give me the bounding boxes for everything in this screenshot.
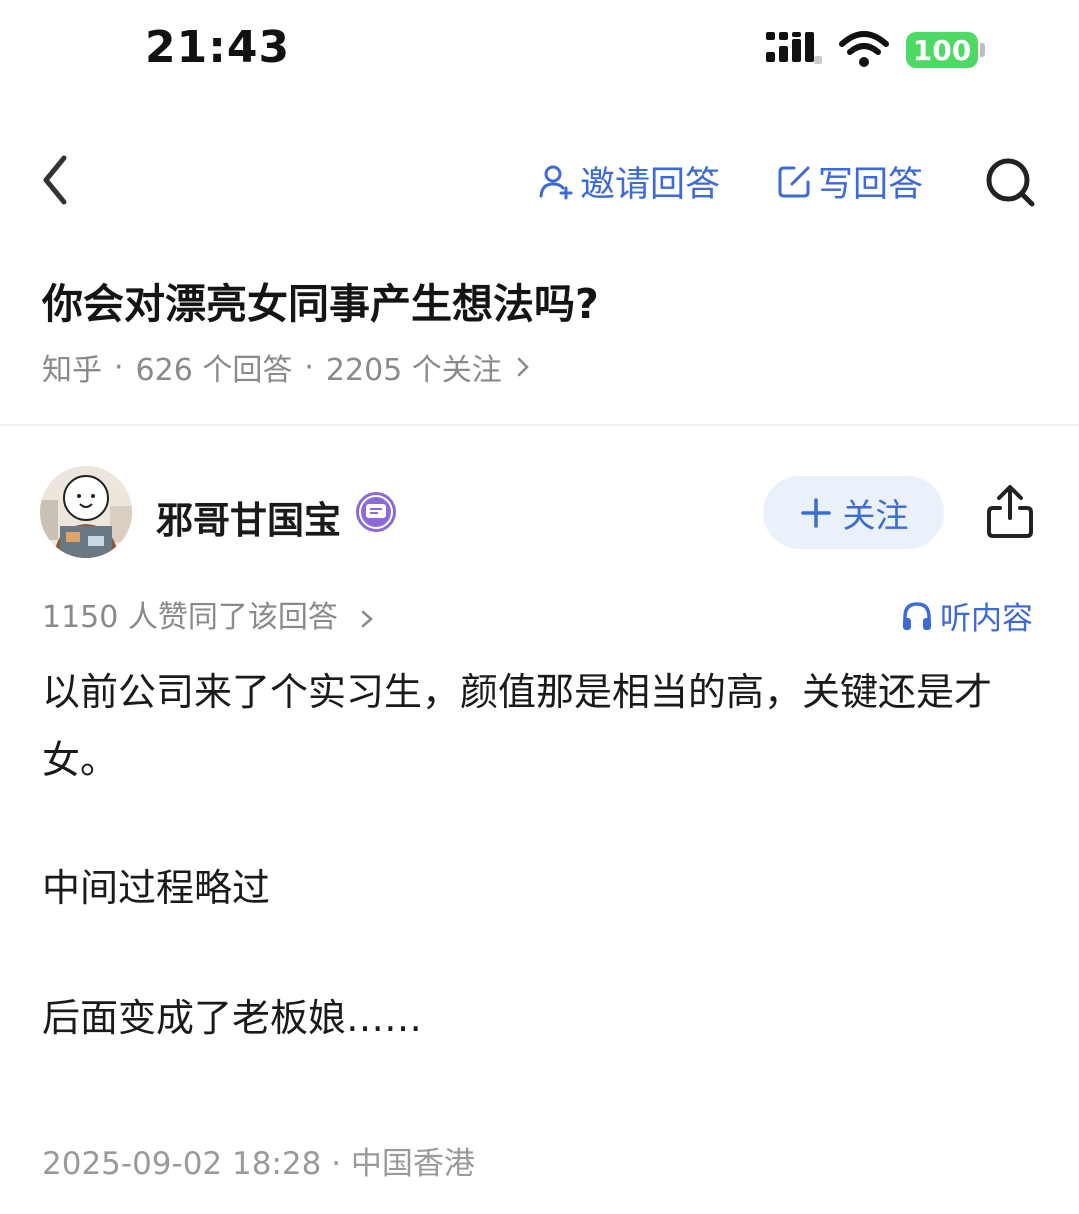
follower-count: 2205 个关注 bbox=[325, 353, 502, 388]
answer-paragraph: 中间过程略过 bbox=[42, 866, 271, 910]
listen-label: 听内容 bbox=[940, 601, 1033, 637]
answer-timestamp-location: 2025-09-02 18:28 · 中国香港 bbox=[42, 1146, 475, 1182]
invite-answer-label: 邀请回答 bbox=[580, 164, 721, 205]
plus-icon bbox=[800, 497, 831, 528]
meta-separator: · bbox=[304, 349, 314, 385]
chevron-right-icon bbox=[362, 610, 374, 627]
likes-text: 1150 人赞同了该回答 bbox=[42, 600, 338, 635]
answer-count: 626 个回答 bbox=[135, 353, 293, 388]
question-meta[interactable]: 知乎 · 626 个回答 · 2205 个关注 bbox=[42, 345, 536, 389]
edit-icon bbox=[778, 166, 810, 198]
question-title[interactable]: 你会对漂亮女同事产生想法吗? bbox=[42, 270, 599, 330]
battery-nub bbox=[980, 43, 985, 57]
listen-content-button[interactable]: 听内容 bbox=[900, 593, 1033, 638]
avatar[interactable] bbox=[40, 466, 132, 558]
share-icon[interactable] bbox=[984, 482, 1036, 540]
answer-paragraph: 后面变成了老板娘…… bbox=[42, 996, 423, 1040]
cellular-signal-icon bbox=[766, 32, 822, 64]
chevron-right-icon bbox=[517, 357, 529, 377]
likes-summary[interactable]: 1150 人赞同了该回答 bbox=[42, 592, 379, 636]
author-name[interactable]: 邪哥甘国宝 bbox=[156, 490, 341, 544]
headphones-icon bbox=[903, 601, 931, 630]
answer-paragraph: 以前公司来了个实习生，颜值那是相当的高，关键还是才女。 bbox=[42, 670, 993, 782]
search-icon[interactable] bbox=[982, 154, 1038, 210]
invite-answer-button[interactable]: 邀请回答 bbox=[538, 158, 721, 205]
write-answer-button[interactable]: 写回答 bbox=[776, 158, 924, 205]
follow-button[interactable]: 关注 bbox=[763, 476, 944, 549]
invite-user-icon bbox=[539, 165, 573, 200]
follow-label: 关注 bbox=[842, 495, 909, 535]
chevron-left-icon[interactable] bbox=[36, 150, 76, 210]
meta-separator: · bbox=[114, 349, 124, 385]
battery-icon: 100 bbox=[906, 32, 978, 68]
section-divider bbox=[0, 424, 1079, 426]
wifi-icon bbox=[839, 31, 889, 67]
write-answer-label: 写回答 bbox=[818, 164, 924, 205]
status-time: 21:43 bbox=[145, 22, 291, 73]
question-source: 知乎 bbox=[42, 353, 102, 388]
creator-badge-icon bbox=[356, 492, 396, 532]
